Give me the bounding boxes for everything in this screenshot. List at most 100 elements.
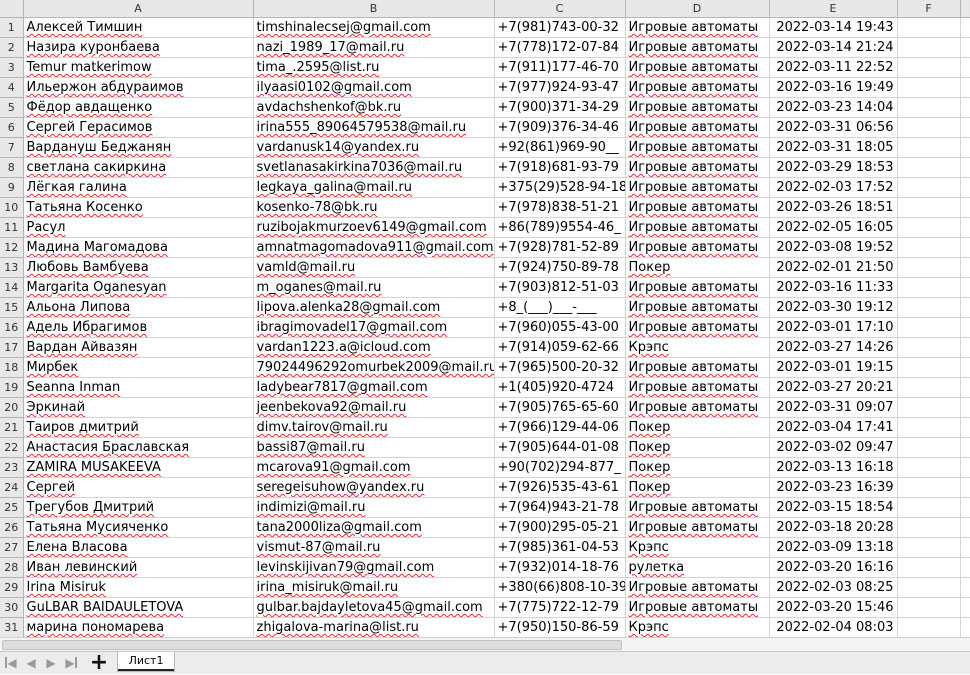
cell-name[interactable]: Seanna Inman <box>23 377 254 398</box>
cell-category[interactable]: Игровые автоматы <box>625 517 770 538</box>
cell-category[interactable]: Игровые автоматы <box>625 377 770 398</box>
cell-phone[interactable]: +7(900)295-05-21 <box>494 517 626 538</box>
cell-f[interactable] <box>897 597 961 618</box>
row-header[interactable]: 14 <box>0 277 24 298</box>
row-header[interactable]: 16 <box>0 317 24 338</box>
cell-name[interactable]: Алексей Тимшин <box>23 17 254 38</box>
cell-date[interactable]: 2022-03-01 19:15 <box>769 357 898 378</box>
row-header[interactable]: 21 <box>0 417 24 438</box>
cell-g[interactable] <box>960 477 970 498</box>
cell-f[interactable] <box>897 297 961 318</box>
row-header[interactable]: 31 <box>0 617 24 637</box>
cell-category[interactable]: Покер <box>625 417 770 438</box>
cell-g[interactable] <box>960 17 970 38</box>
cell-date[interactable]: 2022-03-20 16:16 <box>769 557 898 578</box>
cell-g[interactable] <box>960 377 970 398</box>
cell-date[interactable]: 2022-03-27 14:26 <box>769 337 898 358</box>
row-header[interactable]: 11 <box>0 217 24 238</box>
cell-email[interactable]: vismut-87@mail.ru <box>253 537 495 558</box>
cell-f[interactable] <box>897 77 961 98</box>
cell-email[interactable]: zhigalova-marina@list.ru <box>253 617 495 637</box>
cell-email[interactable]: vardan1223.a@icloud.com <box>253 337 495 358</box>
cell-phone[interactable]: +7(914)059-62-66 <box>494 337 626 358</box>
cell-g[interactable] <box>960 277 970 298</box>
cell-g[interactable] <box>960 217 970 238</box>
cell-name[interactable]: Татьяна Мусияченко <box>23 517 254 538</box>
cell-email[interactable]: seregeisuhow@yandex.ru <box>253 477 495 498</box>
cell-name[interactable]: Фёдор авдащенко <box>23 97 254 118</box>
cell-category[interactable]: Крэпс <box>625 537 770 558</box>
row-header[interactable]: 6 <box>0 117 24 138</box>
cell-f[interactable] <box>897 397 961 418</box>
cell-f[interactable] <box>897 137 961 158</box>
row-header[interactable]: 25 <box>0 497 24 518</box>
first-sheet-icon[interactable]: ◀ <box>4 655 18 671</box>
cell-date[interactable]: 2022-02-05 16:05 <box>769 217 898 238</box>
cell-name[interactable]: Таиров дмитрий <box>23 417 254 438</box>
cell-name[interactable]: Ильержон абдураимов <box>23 77 254 98</box>
cell-g[interactable] <box>960 437 970 458</box>
spreadsheet-grid[interactable]: A B C D E F 1 Алексей Тимшин timshinalecse… <box>0 0 970 637</box>
cell-email[interactable]: ruzibojakmurzoev6149@gmail.com <box>253 217 495 238</box>
cell-f[interactable] <box>897 257 961 278</box>
cell-email[interactable]: ibragimovadel17@gmail.com <box>253 317 495 338</box>
cell-email[interactable]: irina_misiruk@mail.ru <box>253 577 495 598</box>
cell-date[interactable]: 2022-02-03 17:52 <box>769 177 898 198</box>
cell-name[interactable]: Эркинай <box>23 397 254 418</box>
cell-category[interactable]: Покер <box>625 437 770 458</box>
row-header[interactable]: 23 <box>0 457 24 478</box>
cell-name[interactable]: Трегубов Дмитрий <box>23 497 254 518</box>
cell-category[interactable]: Игровые автоматы <box>625 577 770 598</box>
cell-category[interactable]: Игровые автоматы <box>625 497 770 518</box>
row-header[interactable]: 4 <box>0 77 24 98</box>
cell-f[interactable] <box>897 557 961 578</box>
column-header-a[interactable]: A <box>23 0 254 18</box>
cell-date[interactable]: 2022-03-31 09:07 <box>769 397 898 418</box>
cell-category[interactable]: Игровые автоматы <box>625 137 770 158</box>
cell-email[interactable]: dimv.tairov@mail.ru <box>253 417 495 438</box>
cell-name[interactable]: Вардан Айвазян <box>23 337 254 358</box>
cell-email[interactable]: avdachshenkof@bk.ru <box>253 97 495 118</box>
cell-g[interactable] <box>960 537 970 558</box>
column-header-d[interactable]: D <box>625 0 770 18</box>
cell-name[interactable]: GuLBAR BAIDAULETOVA <box>23 597 254 618</box>
cell-email[interactable]: tima_.2595@list.ru <box>253 57 495 78</box>
cell-f[interactable] <box>897 277 961 298</box>
cell-f[interactable] <box>897 17 961 38</box>
row-header[interactable]: 10 <box>0 197 24 218</box>
cell-g[interactable] <box>960 297 970 318</box>
cell-phone[interactable]: +7(918)681-93-79 <box>494 157 626 178</box>
cell-f[interactable] <box>897 337 961 358</box>
cell-name[interactable]: Margarita Oganesyan <box>23 277 254 298</box>
row-header[interactable]: 17 <box>0 337 24 358</box>
row-header[interactable]: 13 <box>0 257 24 278</box>
cell-name[interactable]: Альона Липова <box>23 297 254 318</box>
cell-category[interactable]: Игровые автоматы <box>625 397 770 418</box>
cell-f[interactable] <box>897 197 961 218</box>
cell-date[interactable]: 2022-03-11 22:52 <box>769 57 898 78</box>
cell-email[interactable]: ladybear7817@gmail.com <box>253 377 495 398</box>
scrollbar-thumb[interactable] <box>2 640 622 650</box>
cell-f[interactable] <box>897 177 961 198</box>
cell-g[interactable] <box>960 137 970 158</box>
cell-name[interactable]: Адель Ибрагимов <box>23 317 254 338</box>
cell-category[interactable]: Игровые автоматы <box>625 277 770 298</box>
column-header-c[interactable]: C <box>494 0 626 18</box>
cell-date[interactable]: 2022-03-14 21:24 <box>769 37 898 58</box>
column-header-f[interactable]: F <box>897 0 961 18</box>
cell-date[interactable]: 2022-03-15 18:54 <box>769 497 898 518</box>
sheet-tab-list1[interactable]: Лист1 <box>117 652 175 672</box>
cell-phone[interactable]: +7(977)924-93-47 <box>494 77 626 98</box>
select-all-corner[interactable] <box>0 0 24 18</box>
cell-date[interactable]: 2022-03-30 19:12 <box>769 297 898 318</box>
cell-email[interactable]: 79024496292omurbek2009@mail.ru <box>253 357 495 378</box>
cell-f[interactable] <box>897 37 961 58</box>
row-header[interactable]: 3 <box>0 57 24 78</box>
cell-category[interactable]: Игровые автоматы <box>625 117 770 138</box>
cell-name[interactable]: Irina Misiruk <box>23 577 254 598</box>
cell-phone[interactable]: +7(981)743-00-32 <box>494 17 626 38</box>
cell-phone[interactable]: +7(775)722-12-79 <box>494 597 626 618</box>
cell-phone[interactable]: +7(964)943-21-78 <box>494 497 626 518</box>
cell-date[interactable]: 2022-03-02 09:47 <box>769 437 898 458</box>
row-header[interactable]: 30 <box>0 597 24 618</box>
